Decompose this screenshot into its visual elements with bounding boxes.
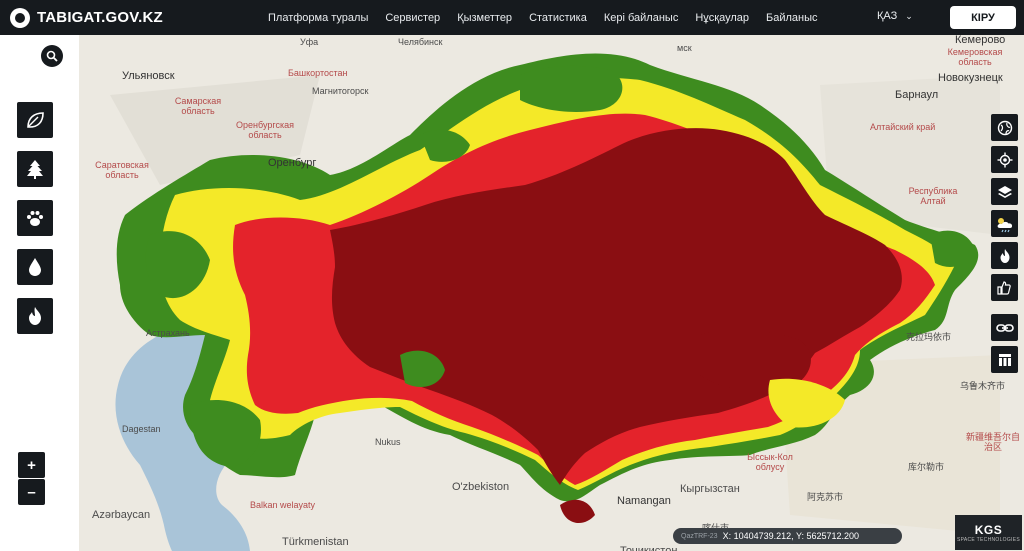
paw-tool-button[interactable] [17, 200, 53, 236]
map-svg[interactable] [0, 35, 1024, 551]
map-canvas[interactable] [0, 35, 1024, 551]
locate-icon [997, 152, 1012, 167]
chevron-down-icon: ⌄ [905, 10, 913, 21]
app-root: Уфа Челябинск Ульяновск Башкортостан Магнито… [0, 0, 1024, 551]
nav-guides[interactable]: Нұсқаулар [695, 12, 749, 24]
fire-tool-button[interactable] [17, 298, 53, 334]
leaf-tool-button[interactable] [17, 102, 53, 138]
zoom-out-button[interactable]: – [18, 479, 45, 505]
search-icon [46, 50, 58, 62]
logo[interactable]: TABIGAT.GOV.KZ [10, 7, 163, 28]
fire-layer-button[interactable] [991, 242, 1018, 269]
brand-line2: SPACE TECHNOLOGIES [956, 536, 1020, 543]
locate-button[interactable] [991, 146, 1018, 173]
logo-text: TABIGAT.GOV.KZ [37, 9, 163, 26]
nav-feedback[interactable]: Кері байланыс [604, 12, 678, 24]
nav-contacts[interactable]: Байланыс [766, 12, 818, 24]
globe-button[interactable] [991, 114, 1018, 141]
weather-icon [997, 217, 1012, 232]
table-icon [998, 353, 1011, 366]
brand-line1: KGS [974, 522, 1003, 537]
zoom-in-button[interactable]: + [18, 452, 45, 478]
patch-north [520, 65, 623, 112]
nav-functions[interactable]: Қызметтер [457, 12, 512, 24]
nav-services[interactable]: Сервистер [385, 12, 440, 24]
layers-button[interactable] [991, 178, 1018, 205]
fire-icon [1000, 248, 1009, 263]
thumbs-icon [996, 280, 1011, 295]
link-icon [995, 323, 1014, 332]
tree-tool-button[interactable] [17, 151, 53, 187]
table-button[interactable] [991, 346, 1018, 373]
logo-icon [10, 7, 30, 28]
top-bar: TABIGAT.GOV.KZ Платформа туралы Сервисте… [0, 0, 1024, 35]
leaf-icon [27, 112, 44, 128]
tree-icon [27, 160, 43, 179]
main-nav: Платформа туралы Сервистер Қызметтер Ста… [268, 0, 835, 35]
globe-icon [997, 120, 1012, 135]
rating-button[interactable] [991, 274, 1018, 301]
layers-icon [997, 185, 1012, 198]
link-button[interactable] [991, 314, 1018, 341]
water-tool-button[interactable] [17, 249, 53, 285]
search-button[interactable] [41, 45, 63, 67]
projection-label: QazTRF-23 [681, 532, 718, 540]
left-panel: + – [0, 35, 79, 551]
kgs-logo: KGS SPACE TECHNOLOGIES [955, 515, 1022, 550]
login-button[interactable]: КІРУ [950, 6, 1016, 29]
coordinate-readout: QazTRF-23 X: 10404739.212, Y: 5625712.20… [673, 528, 902, 544]
nav-about[interactable]: Платформа туралы [268, 12, 368, 24]
language-label: ҚАЗ [877, 10, 898, 22]
water-drop-icon [29, 258, 41, 276]
coordinate-text: X: 10404739.212, Y: 5625712.200 [722, 531, 860, 541]
language-select[interactable]: ҚАЗ ⌄ [877, 10, 913, 22]
weather-button[interactable] [991, 210, 1018, 237]
fire-icon [29, 307, 41, 325]
paw-icon [27, 211, 43, 226]
nav-statistics[interactable]: Статистика [529, 12, 587, 24]
